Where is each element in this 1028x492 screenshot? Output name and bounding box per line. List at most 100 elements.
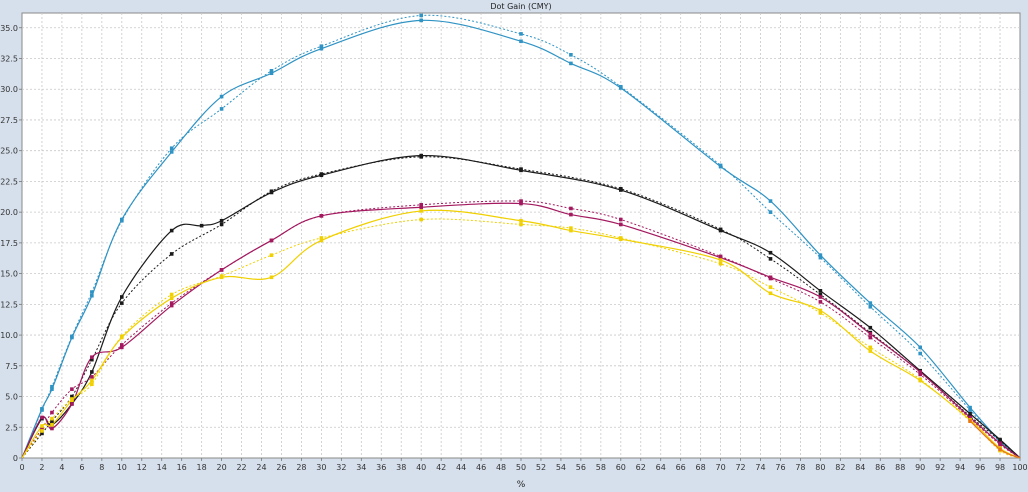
data-point-cyan [519, 39, 523, 44]
data-point-yellow [319, 236, 324, 240]
data-point-black [319, 172, 324, 176]
x-tick-label: 36 [376, 463, 386, 472]
data-point-cyan [90, 293, 94, 298]
x-tick-label: 40 [416, 463, 426, 472]
data-point-magenta [918, 372, 922, 377]
data-point-yellow [868, 345, 873, 350]
data-point-orange [998, 447, 1002, 452]
y-tick-label: 0 [13, 454, 18, 463]
x-tick-label: 92 [935, 463, 945, 472]
data-point-black [169, 228, 174, 233]
data-point-cyan [269, 68, 274, 73]
data-point-yellow [818, 311, 823, 315]
data-point-black [269, 189, 274, 194]
data-point-black [818, 289, 823, 293]
x-tick-label: 50 [516, 463, 526, 472]
x-tick-label: 48 [496, 463, 506, 472]
data-point-cyan [569, 61, 573, 66]
data-point-yellow [718, 261, 723, 266]
data-point-magenta [90, 355, 94, 359]
data-point-black [768, 250, 773, 255]
data-point-yellow [50, 423, 54, 427]
y-tick-label: 5.0 [5, 393, 18, 402]
x-tick-label: 20 [217, 463, 227, 472]
data-point-cyan [120, 218, 124, 223]
data-point-magenta [768, 276, 773, 281]
data-point-yellow [70, 397, 74, 401]
x-axis-title: % [517, 480, 526, 490]
plot-area [21, 12, 1021, 459]
data-point-cyan [968, 408, 972, 412]
x-tick-label: 70 [716, 463, 726, 472]
data-point-yellow [419, 217, 423, 222]
x-tick-label: 66 [676, 463, 686, 472]
x-tick-label: 14 [157, 463, 167, 472]
y-tick-label: 12.5 [0, 300, 18, 309]
y-tick-label: 35.0 [0, 24, 18, 33]
x-tick-label: 74 [755, 463, 765, 472]
x-tick-label: 30 [316, 463, 326, 472]
data-point-magenta [120, 343, 124, 347]
data-point-yellow [50, 416, 54, 421]
x-tick-label: 90 [915, 463, 925, 472]
data-point-cyan [40, 408, 44, 412]
data-point-cyan [868, 301, 873, 305]
y-tick-label: 17.5 [0, 239, 18, 248]
x-tick-label: 98 [995, 463, 1005, 472]
data-point-black [718, 227, 723, 232]
data-point-magenta [70, 387, 74, 391]
data-point-yellow [40, 424, 44, 428]
data-point-magenta [50, 426, 54, 431]
data-point-magenta [169, 301, 174, 305]
x-tick-label: 64 [656, 463, 666, 472]
data-point-yellow [768, 291, 773, 296]
x-tick-label: 78 [795, 463, 805, 472]
data-point-yellow [569, 226, 573, 230]
x-tick-label: 12 [137, 463, 147, 472]
data-point-yellow [40, 429, 44, 433]
data-point-magenta [619, 217, 623, 222]
x-tick-label: 94 [955, 463, 965, 472]
data-point-magenta [40, 415, 44, 420]
x-tick-label: 10 [117, 463, 127, 472]
y-tick-label: 2.5 [5, 423, 18, 432]
data-point-magenta [50, 410, 54, 415]
data-point-black [169, 252, 174, 256]
y-tick-label: 15.0 [0, 270, 18, 279]
x-tick-label: 6 [79, 463, 84, 472]
data-point-magenta [219, 268, 224, 272]
data-point-cyan [768, 210, 773, 214]
x-tick-label: 28 [296, 463, 306, 472]
y-tick-label: 30.0 [0, 85, 18, 94]
x-tick-label: 34 [356, 463, 366, 472]
data-point-magenta [70, 402, 74, 406]
data-point-black [219, 222, 224, 227]
x-tick-label: 82 [835, 463, 845, 472]
data-point-cyan [50, 384, 54, 389]
data-point-black [219, 218, 224, 223]
data-point-cyan [419, 13, 423, 18]
y-tick-label: 32.5 [0, 54, 18, 63]
x-tick-label: 24 [256, 463, 266, 472]
data-point-magenta [90, 375, 94, 379]
x-tick-label: 16 [177, 463, 187, 472]
data-point-yellow [419, 209, 423, 213]
x-tick-label: 86 [875, 463, 885, 472]
x-tick-label: 44 [456, 463, 466, 472]
chart-frame: 0 2 4 6 8 10 12 14 16 18 20 22 24 26 28 30 32 34 36 38 40 42 4… [0, 0, 1028, 492]
data-point-black [619, 186, 623, 191]
data-point-magenta [419, 202, 423, 207]
dot-gain-chart: 0 2 4 6 8 10 12 14 16 18 20 22 24 26 28 30 32 34 36 38 40 42 4… [0, 2, 1027, 490]
data-point-black [120, 301, 124, 305]
x-tick-label: 38 [396, 463, 406, 472]
data-point-cyan [918, 351, 922, 356]
x-tick-label: 26 [276, 463, 286, 472]
data-point-cyan [169, 150, 174, 154]
data-point-magenta [998, 442, 1002, 447]
x-tick-label: 96 [975, 463, 985, 472]
data-point-cyan [569, 52, 573, 57]
data-point-black [90, 370, 94, 374]
x-tick-label: 80 [815, 463, 825, 472]
chart-title: Dot Gain (CMY) [490, 2, 551, 11]
data-point-yellow [918, 377, 922, 382]
